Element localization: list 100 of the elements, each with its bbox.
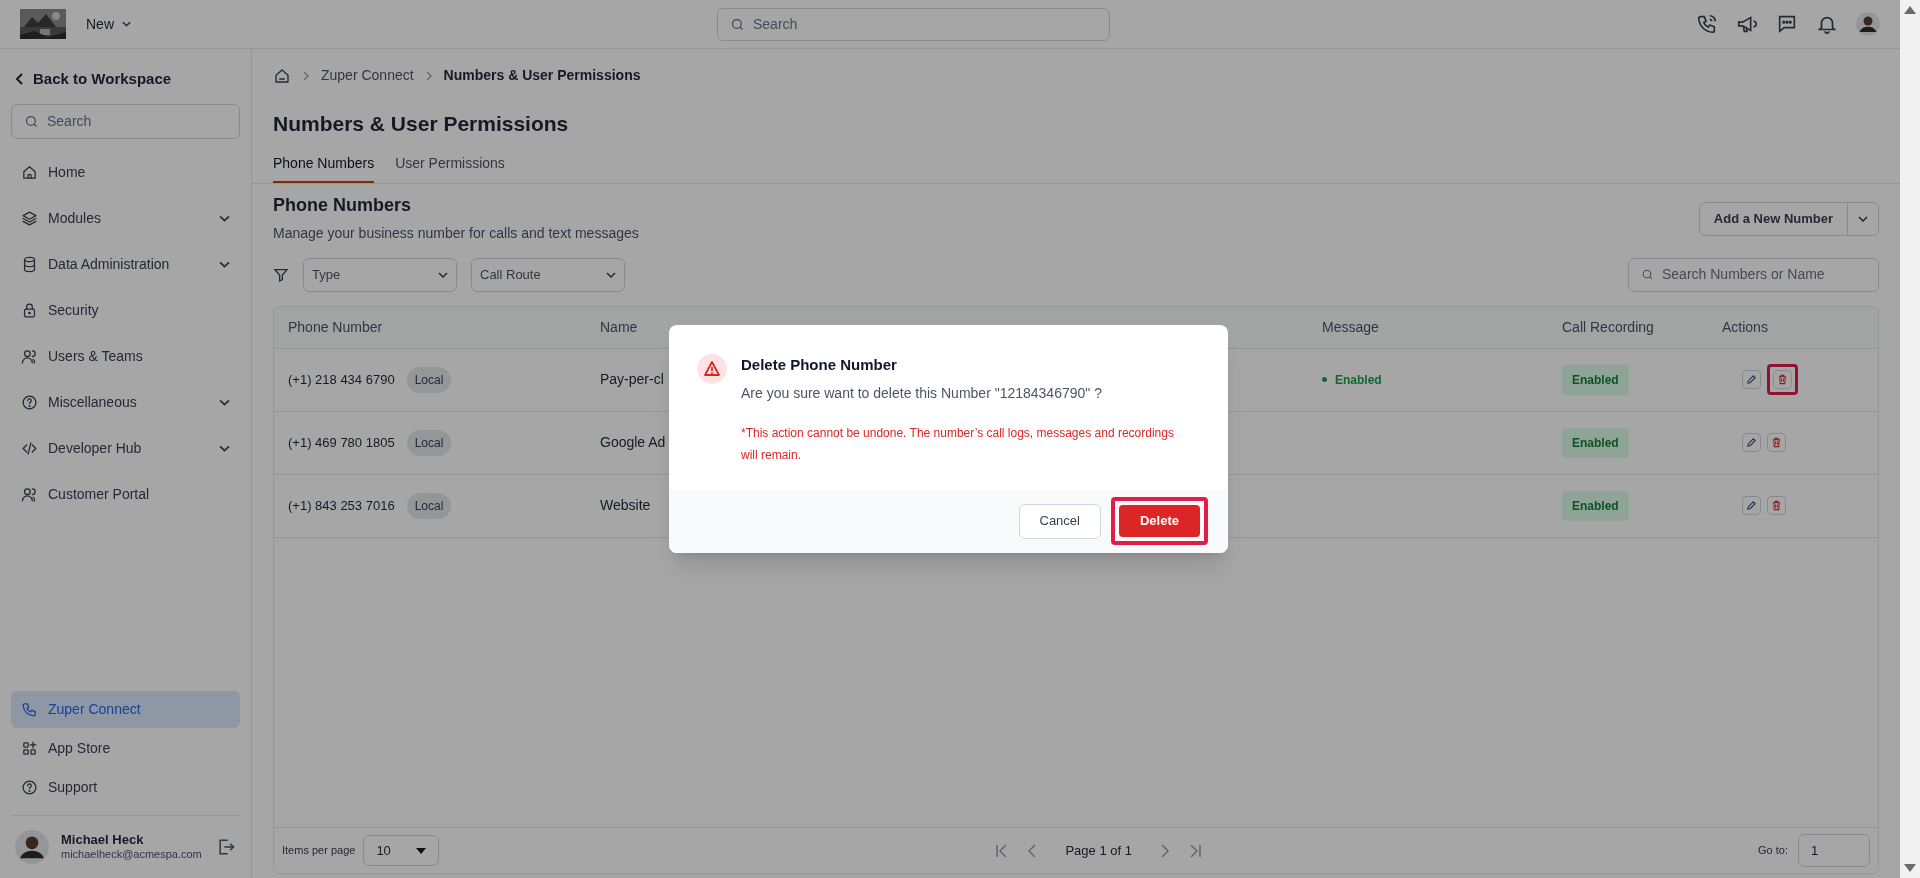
caret-down-icon (416, 847, 427, 854)
status-badge: Enabled (1562, 364, 1629, 395)
edit-button[interactable] (1742, 496, 1761, 515)
phone-number: (+1) 218 434 6790 (288, 370, 395, 389)
column-header: Message (1322, 317, 1380, 337)
breadcrumb-link[interactable]: Numbers & User Permissions (443, 65, 641, 86)
search-placeholder: Search (753, 14, 798, 34)
phone-number: (+1) 469 780 1805 (288, 433, 395, 452)
edit-button[interactable] (1742, 433, 1761, 452)
avatar-icon[interactable] (1856, 12, 1880, 36)
sidebar-item[interactable]: Customer Portal (11, 471, 240, 517)
lock-icon (21, 301, 38, 319)
search-icon (730, 16, 745, 32)
database-icon (21, 255, 38, 273)
page-title: Numbers & User Permissions (273, 111, 570, 137)
chevron-down-icon (219, 398, 230, 406)
tab[interactable]: User Permissions (395, 152, 505, 183)
delete-button[interactable] (1767, 496, 1786, 515)
dialog-title: Delete Phone Number (741, 355, 898, 375)
phone-icon[interactable] (1696, 13, 1718, 35)
search-icon (24, 113, 39, 129)
filter-dropdown[interactable]: Type (303, 257, 457, 292)
column-header: Call Recording (1562, 317, 1655, 337)
sidebar-item[interactable]: Zuper Connect (11, 691, 240, 728)
scroll-up-icon[interactable] (1904, 6, 1916, 14)
users-icon (21, 347, 38, 365)
chevron-left-icon (15, 73, 25, 86)
table-cell: Website (600, 497, 651, 513)
trash-icon (1771, 500, 1782, 511)
logout-icon[interactable] (216, 837, 236, 857)
chevron-down-icon (219, 444, 230, 452)
apps-icon (21, 739, 38, 757)
sidebar-item[interactable]: Data Administration (11, 241, 240, 287)
phone-icon (21, 701, 38, 718)
type-tag: Local (406, 492, 452, 519)
chevron-right-icon (303, 70, 309, 81)
user-name: Michael Heck (61, 832, 145, 849)
pencil-icon (1746, 500, 1757, 511)
column-header: Phone Number (288, 317, 384, 337)
phone-number: (+1) 843 253 7016 (288, 496, 395, 515)
chevron-down-icon (122, 21, 131, 27)
breadcrumb-link[interactable]: Zuper Connect (321, 65, 414, 86)
dialog-message: Are you sure want to delete this Number "12184346790" ? (741, 383, 1103, 403)
sidebar-item[interactable]: Users & Teams (11, 333, 240, 379)
table-cell: Google Ad (600, 434, 666, 450)
delete-button[interactable] (1767, 433, 1786, 452)
search-placeholder: Search Numbers or Name (1662, 265, 1825, 284)
pencil-icon (1746, 374, 1757, 385)
scroll-down-icon[interactable] (1904, 864, 1916, 872)
search-field[interactable]: Search (11, 103, 240, 139)
user-email: michaelheck@acmespa.com (61, 848, 203, 862)
scrollbar[interactable] (1900, 0, 1920, 878)
code-icon (21, 439, 38, 457)
chat-icon[interactable] (1776, 13, 1798, 35)
message-status: Enabled (1322, 370, 1562, 389)
items-per-page-label: Items per page (282, 843, 356, 859)
layers-icon (21, 209, 38, 227)
help-icon (21, 778, 38, 796)
search-icon (1641, 268, 1654, 281)
sidebar-item[interactable]: Miscellaneous (11, 379, 240, 425)
type-tag: Local (406, 366, 452, 393)
sidebar-item[interactable]: Support (11, 768, 240, 806)
warning-icon (697, 354, 727, 384)
new-menu[interactable]: New (86, 13, 131, 35)
section-subtitle: Manage your business number for calls and text messages (273, 223, 639, 243)
sidebar-item[interactable]: Modules (11, 195, 240, 241)
per-page-value: 10 (376, 841, 391, 860)
avatar-icon (15, 830, 49, 864)
chevron-down-icon (606, 271, 616, 278)
pencil-icon (1746, 437, 1757, 448)
delete-button[interactable] (1773, 370, 1792, 389)
per-page-select[interactable]: 10 (363, 835, 440, 866)
sidebar-item[interactable]: App Store (11, 729, 240, 767)
section-title: Phone Numbers (273, 193, 413, 217)
edit-button[interactable] (1742, 370, 1761, 389)
delete-button[interactable]: Delete (1118, 505, 1200, 537)
back-link[interactable]: Back to Workspace (15, 68, 240, 91)
help-icon (21, 393, 38, 411)
tab[interactable]: Phone Numbers (273, 152, 375, 183)
trash-icon (1771, 437, 1782, 448)
status-badge: Enabled (1562, 427, 1629, 458)
cancel-button[interactable]: Cancel (1018, 503, 1101, 539)
chevron-right-icon (425, 70, 432, 81)
trash-icon (1777, 374, 1788, 385)
chevron-down-icon (219, 214, 230, 222)
warning-text: *This action cannot be undone. The number’s call logs, messages and recordings will remain. (741, 424, 1175, 464)
sidebar-item[interactable]: Developer Hub (11, 425, 240, 471)
search-field[interactable]: Search Numbers or Name (1628, 257, 1879, 292)
column-header: Actions (1722, 317, 1769, 337)
filter-icon[interactable] (273, 266, 289, 283)
go-to-label: Go to: (1758, 843, 1788, 859)
status-badge: Enabled (1562, 490, 1629, 521)
type-tag: Local (406, 429, 452, 456)
sidebar-item[interactable]: Home (11, 149, 240, 195)
filter-dropdown[interactable]: Call Route (471, 257, 625, 292)
sidebar-item[interactable]: Security (11, 287, 240, 333)
search-field[interactable]: Search (717, 7, 1110, 41)
search-placeholder: Search (47, 111, 92, 131)
go-to-field[interactable]: 1 (1798, 834, 1870, 867)
chevron-down-icon (219, 260, 230, 268)
